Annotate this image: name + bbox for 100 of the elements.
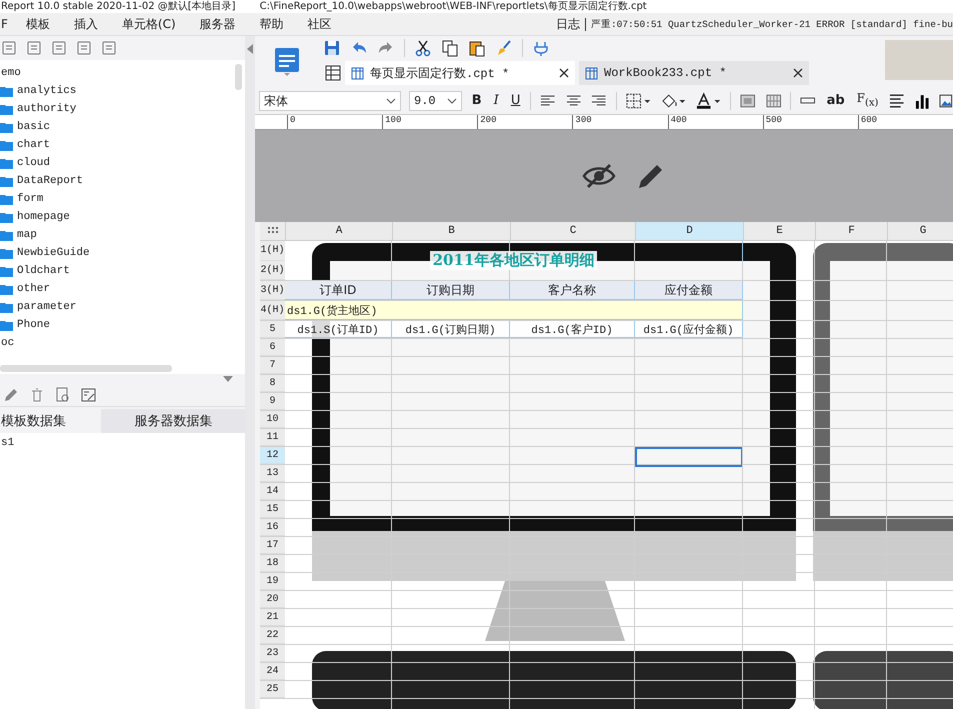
tree-item[interactable]: NewbieGuide bbox=[17, 247, 90, 259]
tree-item[interactable]: Oldchart bbox=[17, 265, 70, 277]
row-header[interactable]: 5 bbox=[260, 321, 285, 338]
split-cells-icon[interactable] bbox=[764, 92, 782, 110]
italic-button[interactable]: I bbox=[492, 92, 501, 110]
row-header[interactable]: 17 bbox=[260, 537, 285, 554]
table-cell[interactable]: ds1.G(货主地区) bbox=[285, 301, 743, 320]
bar-chart-icon[interactable] bbox=[914, 92, 932, 110]
menu-item[interactable]: 服务器 bbox=[200, 16, 236, 32]
fill-bucket-icon[interactable] bbox=[660, 92, 688, 110]
scrollbar[interactable] bbox=[0, 365, 172, 372]
scissors-icon[interactable] bbox=[414, 39, 432, 57]
log-label[interactable]: 日志 bbox=[556, 16, 580, 32]
paste-icon[interactable] bbox=[468, 39, 486, 57]
tree-item[interactable]: homepage bbox=[17, 211, 70, 223]
menu-item[interactable]: F bbox=[1, 17, 8, 31]
caret-icon[interactable] bbox=[386, 98, 396, 104]
grid-icon[interactable] bbox=[325, 65, 341, 81]
caret-icon[interactable] bbox=[446, 98, 457, 104]
font-color-icon[interactable] bbox=[695, 92, 722, 110]
menu-item[interactable]: 插入 bbox=[74, 16, 98, 32]
merge-cells-icon[interactable] bbox=[739, 92, 757, 110]
tree-item[interactable]: map bbox=[17, 229, 37, 241]
menu-item[interactable]: 单元格(C) bbox=[122, 16, 176, 32]
formula-button[interactable]: F$_{(x)}$ bbox=[854, 89, 880, 113]
collapse-icon[interactable] bbox=[223, 376, 233, 382]
tree-item[interactable]: DataReport bbox=[17, 175, 84, 187]
row-header[interactable]: 1(H) bbox=[260, 241, 285, 261]
table-cell[interactable]: ds1.G(客户ID) bbox=[510, 321, 635, 338]
preview-icon[interactable] bbox=[55, 387, 71, 403]
table-cell[interactable]: 应付金额 bbox=[635, 281, 743, 300]
tree-item[interactable]: form bbox=[17, 193, 44, 205]
scrollbar[interactable] bbox=[235, 64, 242, 90]
tree-item[interactable]: Phone bbox=[17, 319, 50, 331]
row-header[interactable]: 4(H) bbox=[260, 301, 285, 320]
image-icon[interactable] bbox=[939, 92, 953, 110]
border-icon[interactable] bbox=[624, 92, 652, 110]
tree-item[interactable]: other bbox=[17, 283, 50, 295]
menu-item[interactable]: 模板 bbox=[26, 16, 50, 32]
table-cell[interactable]: ds1.G(应付金额) bbox=[635, 321, 743, 338]
table-cell[interactable]: ds1.G(订购日期) bbox=[392, 321, 510, 338]
column-header[interactable]: D bbox=[635, 222, 743, 240]
row-header[interactable]: 8 bbox=[260, 375, 285, 392]
row-header[interactable]: 11 bbox=[260, 429, 285, 446]
table-cell[interactable]: 订单ID bbox=[285, 281, 392, 300]
row-header[interactable]: 12 bbox=[260, 447, 285, 464]
table-cell[interactable]: 客户名称 bbox=[510, 281, 635, 300]
close-icon[interactable] bbox=[793, 68, 803, 78]
row-header[interactable]: 3(H) bbox=[260, 281, 285, 300]
row-header[interactable]: 2(H) bbox=[260, 261, 285, 280]
tree-item[interactable]: basic bbox=[17, 121, 50, 133]
column-header[interactable]: E bbox=[743, 222, 815, 240]
tree-item[interactable]: cloud bbox=[17, 157, 50, 169]
tree-item[interactable]: emo bbox=[1, 67, 21, 79]
row-header[interactable]: 19 bbox=[260, 573, 285, 590]
row-header[interactable]: 9 bbox=[260, 393, 285, 410]
menu-item[interactable]: 社区 bbox=[308, 16, 332, 32]
collapse-icon[interactable] bbox=[247, 44, 253, 54]
column-header[interactable]: B bbox=[392, 222, 510, 240]
table-cell[interactable]: ds1.S(订单ID) bbox=[285, 321, 392, 338]
template-icon[interactable] bbox=[275, 48, 299, 76]
column-header[interactable]: F bbox=[815, 222, 887, 240]
tree-item[interactable]: analytics bbox=[17, 85, 76, 97]
row-header[interactable]: 16 bbox=[260, 519, 285, 536]
tree-item[interactable]: chart bbox=[17, 139, 50, 151]
tree-item[interactable]: authority bbox=[17, 103, 76, 115]
row-header[interactable]: 18 bbox=[260, 555, 285, 572]
dataset-item[interactable]: s1 bbox=[1, 437, 14, 449]
plug-icon[interactable] bbox=[532, 39, 550, 57]
close-icon[interactable] bbox=[559, 68, 569, 78]
row-header[interactable]: 7 bbox=[260, 357, 285, 374]
dataset-tab[interactable]: 服务器数据集 bbox=[100, 409, 245, 433]
column-header[interactable]: A bbox=[285, 222, 392, 240]
text-button[interactable]: ab bbox=[824, 92, 847, 110]
row-header[interactable]: 13 bbox=[260, 465, 285, 482]
row-header[interactable]: 24 bbox=[260, 663, 285, 680]
save-icon[interactable] bbox=[323, 39, 341, 57]
column-header[interactable]: G bbox=[887, 222, 953, 240]
table-cell[interactable]: 订购日期 bbox=[392, 281, 510, 300]
row-header[interactable]: 23 bbox=[260, 645, 285, 662]
align-lines-icon[interactable] bbox=[888, 92, 906, 110]
underline-button[interactable]: U bbox=[508, 92, 522, 110]
menu-item[interactable]: 帮助 bbox=[260, 16, 284, 32]
row-header[interactable]: 15 bbox=[260, 501, 285, 518]
row-header[interactable]: 25 bbox=[260, 681, 285, 698]
pencil-icon[interactable] bbox=[3, 387, 19, 403]
edit-dataset-icon[interactable] bbox=[81, 387, 97, 403]
row-header[interactable]: 14 bbox=[260, 483, 285, 500]
selected-cell[interactable] bbox=[635, 447, 743, 467]
tree-item[interactable]: parameter bbox=[17, 301, 76, 313]
bold-button[interactable]: B bbox=[470, 92, 484, 110]
font-size-select[interactable]: 9.0 bbox=[409, 91, 462, 111]
eye-slash-icon[interactable] bbox=[582, 163, 616, 189]
row-header[interactable]: 21 bbox=[260, 609, 285, 626]
tree-item[interactable]: oc bbox=[1, 337, 14, 349]
row-header[interactable]: 20 bbox=[260, 591, 285, 608]
row-header[interactable]: 22 bbox=[260, 627, 285, 644]
brush-icon[interactable] bbox=[495, 39, 513, 57]
row-header[interactable]: 6 bbox=[260, 339, 285, 356]
font-select[interactable]: 宋体 bbox=[259, 91, 402, 111]
